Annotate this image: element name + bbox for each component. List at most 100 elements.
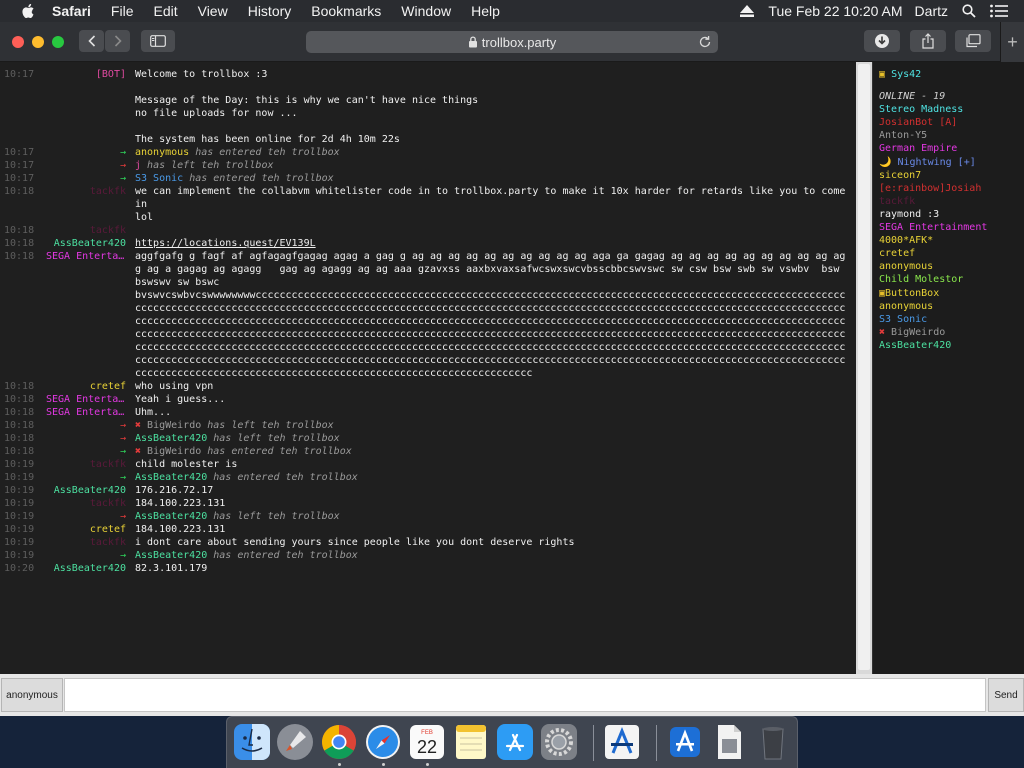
event-text: has left teh trollbox	[141, 160, 274, 171]
nickname-button[interactable]: anonymous	[1, 678, 63, 712]
message-timestamp: 10:17	[4, 160, 35, 171]
event-username[interactable]: S3 Sonic	[135, 173, 183, 184]
minimize-window-button[interactable]	[32, 36, 44, 48]
trash-icon[interactable]	[754, 723, 792, 761]
chat-scrollbar-thumb[interactable]	[858, 64, 870, 670]
menu-edit[interactable]: Edit	[143, 3, 187, 19]
chat-log[interactable]: 10:17 [BOT] Welcome to trollbox :3 Message…	[0, 62, 856, 674]
preview-icon[interactable]	[710, 723, 748, 761]
menu-app[interactable]: Safari	[46, 3, 101, 19]
message-link[interactable]: https://locations.quest/EV139L	[135, 238, 316, 249]
menu-bookmarks[interactable]: Bookmarks	[301, 3, 391, 19]
user-list-item[interactable]: 4000*AFK*	[879, 234, 1024, 247]
user-list-item[interactable]: JosianBot [A]	[879, 116, 1024, 129]
clock[interactable]: Tue Feb 22 10:20 AM	[762, 3, 908, 19]
event-username[interactable]: BigWeirdo	[147, 446, 201, 457]
chat-message: 10:19 → AssBeater420 has entered teh troll…	[0, 549, 856, 562]
chat-message: 10:18 tackfk	[0, 224, 856, 237]
user-list-item[interactable]: Stereo Madness	[879, 103, 1024, 116]
notification-center-icon[interactable]	[984, 0, 1014, 22]
event-username[interactable]: anonymous	[135, 147, 189, 158]
user-list-item[interactable]: AssBeater420	[879, 339, 1024, 352]
system-preferences-icon[interactable]	[540, 723, 578, 761]
menu-file[interactable]: File	[101, 3, 144, 19]
chat-message: 10:18 → AssBeater420 has left teh trollbox	[0, 432, 856, 445]
launchpad-icon[interactable]	[276, 723, 314, 761]
menu-window[interactable]: Window	[391, 3, 461, 19]
user-list-item[interactable]: S3 Sonic	[879, 313, 1024, 326]
send-button[interactable]: Send	[988, 678, 1024, 712]
event-username[interactable]: AssBeater420	[135, 433, 207, 444]
menu-history[interactable]: History	[238, 3, 302, 19]
user-list-item[interactable]: cretef	[879, 247, 1024, 260]
user-list-item[interactable]: anonymous	[879, 300, 1024, 313]
message-input[interactable]	[64, 678, 986, 712]
zoom-window-button[interactable]	[52, 36, 64, 48]
safari-icon[interactable]	[364, 723, 402, 761]
message-text: The system has been online for 2d 4h 10m…	[135, 134, 400, 145]
spotlight-icon[interactable]	[954, 0, 984, 22]
notes-icon[interactable]	[452, 723, 490, 761]
message-text: 184.100.223.131	[135, 524, 226, 535]
user-list-item[interactable]: siceon7	[879, 169, 1024, 182]
address-bar[interactable]: trollbox.party	[306, 31, 718, 53]
message-timestamp: 10:19	[4, 498, 35, 509]
calendar-icon[interactable]: FEB 22	[408, 723, 446, 761]
user-list-item[interactable]: ✖ BigWeirdo	[879, 326, 1024, 339]
message-timestamp: 10:19	[4, 524, 35, 535]
menu-help[interactable]: Help	[461, 3, 510, 19]
user-list-item[interactable]: raymond :3	[879, 208, 1024, 221]
online-count: ONLINE - 19	[879, 91, 946, 103]
user-list-item[interactable]: German Empire	[879, 142, 1024, 155]
event-username[interactable]: AssBeater420	[135, 550, 207, 561]
user-list-item[interactable]: SEGA Entertainment	[879, 221, 1024, 234]
user-list-item[interactable]: ▣ButtonBox	[879, 287, 1024, 300]
user-list-item[interactable]: [e:rainbow]Josiah	[879, 182, 1024, 195]
share-button[interactable]	[910, 30, 946, 52]
forward-button[interactable]	[105, 30, 130, 52]
eject-icon[interactable]	[732, 0, 762, 22]
message-text: ✖ BigWeirdo has entered teh trollbox	[126, 445, 846, 458]
self-user[interactable]: ▣ Sys42	[879, 68, 1024, 81]
chat-message: no file uploads for now ...	[0, 107, 856, 120]
message-nickname	[46, 94, 126, 107]
event-username[interactable]: AssBeater420	[135, 472, 207, 483]
message-nickname: [BOT]	[95, 69, 126, 80]
downloads-button[interactable]	[864, 30, 900, 52]
instruments-icon[interactable]	[603, 723, 641, 761]
event-username[interactable]: AssBeater420	[135, 511, 207, 522]
reload-icon[interactable]	[698, 35, 712, 49]
event-text: has entered teh trollbox	[207, 472, 358, 483]
message-text: AssBeater420 has left teh trollbox	[126, 432, 846, 445]
message-text: Welcome to trollbox :3	[135, 69, 268, 80]
message-nickname: tackfk	[89, 537, 126, 548]
event-username[interactable]: BigWeirdo	[147, 420, 201, 431]
new-tab-button[interactable]: +	[1000, 22, 1024, 62]
xcode-icon[interactable]	[666, 723, 704, 761]
message-timestamp: 10:18	[4, 186, 35, 197]
user-list-item[interactable]: tackfk	[879, 195, 1024, 208]
event-text: has left teh trollbox	[207, 433, 340, 444]
message-timestamp: 10:17	[4, 173, 35, 184]
finder-icon[interactable]	[233, 723, 271, 761]
back-button[interactable]	[79, 30, 104, 52]
chrome-icon[interactable]	[320, 723, 358, 761]
menu-view[interactable]: View	[188, 3, 238, 19]
chat-message: bvswvcswbvcswwwwwwwwcccccccccccccccccccc…	[0, 289, 856, 380]
tab-overview-button[interactable]	[955, 30, 991, 52]
message-timestamp: 10:18	[4, 420, 35, 431]
message-text: 82.3.101.179	[135, 563, 208, 574]
user-list-item[interactable]: 🌙 Nightwing [+]	[879, 156, 1024, 169]
chat-message: 10:19 cretef 184.100.223.131	[0, 523, 856, 536]
user-list-item[interactable]: Child Molestor	[879, 273, 1024, 286]
close-window-button[interactable]	[12, 36, 24, 48]
apple-icon[interactable]	[20, 3, 38, 19]
user-list-item[interactable]: anonymous	[879, 260, 1024, 273]
message-nickname: tackfk	[89, 186, 126, 197]
sidebar-button[interactable]	[141, 30, 175, 52]
user-list-item[interactable]: Anton-Y5	[879, 129, 1024, 142]
app-store-icon[interactable]	[496, 723, 534, 761]
user-menu[interactable]: Dartz	[909, 3, 954, 19]
chat-message: 10:18 SEGA Entertainment aggfgafg g fagf a…	[0, 250, 856, 289]
message-text: 184.100.223.131	[135, 498, 226, 509]
